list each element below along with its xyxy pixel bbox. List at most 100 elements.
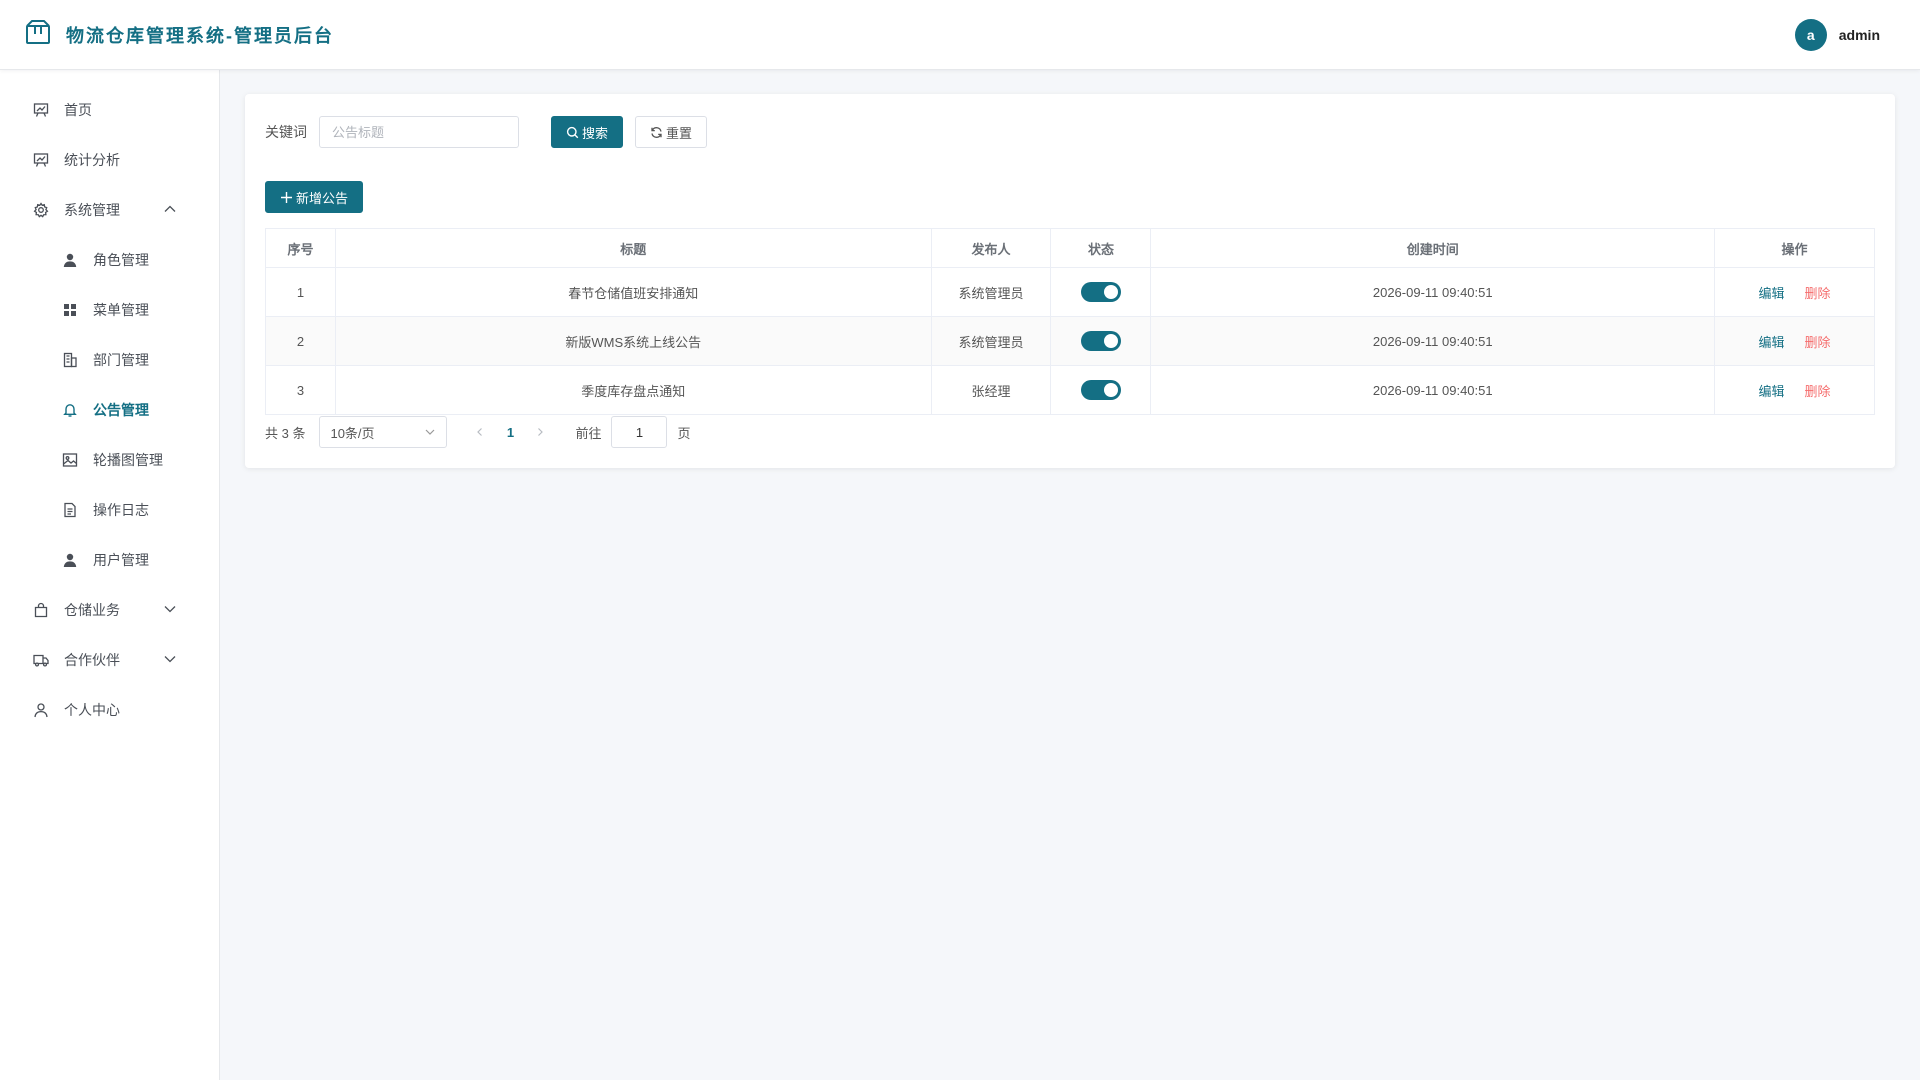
announcement-card: 关键词 搜索 重置 新增公告 序号 标题 发布人 状态 创建 — [245, 94, 1895, 468]
table-row: 3 季度库存盘点通知 张经理 2026-09-11 09:40:51 编辑 删除 — [265, 365, 1875, 415]
top-header: 物流仓库管理系统-管理员后台 a admin — [0, 0, 1920, 70]
cell-title: 春节仓储值班安排通知 — [335, 267, 932, 317]
truck-icon — [33, 652, 49, 668]
cell-no: 1 — [265, 267, 336, 317]
announcement-table: 序号 标题 发布人 状态 创建时间 操作 1 春节仓储值班安排通知 系统管理员 … — [265, 228, 1875, 415]
cell-publisher: 张经理 — [931, 365, 1052, 415]
sidebar-item-carousel[interactable]: 轮播图管理 — [0, 435, 219, 485]
document-icon — [62, 502, 78, 518]
sidebar-item-partners[interactable]: 合作伙伴 — [0, 635, 219, 685]
plus-icon — [281, 191, 292, 203]
table-row: 1 春节仓储值班安排通知 系统管理员 2026-09-11 09:40:51 编… — [265, 267, 1875, 317]
column-header-created: 创建时间 — [1150, 228, 1716, 268]
gear-icon — [33, 202, 49, 218]
user-icon — [62, 552, 78, 568]
sidebar-item-roles[interactable]: 角色管理 — [0, 235, 219, 285]
status-toggle[interactable] — [1080, 282, 1121, 302]
page-size-value: 10条/页 — [330, 425, 375, 441]
cell-no: 2 — [265, 316, 336, 366]
sidebar-item-label: 公告管理 — [93, 402, 149, 418]
sidebar-item-departments[interactable]: 部门管理 — [0, 335, 219, 385]
package-box-icon — [24, 18, 52, 51]
chevron-up-icon — [164, 205, 176, 212]
sidebar-item-label: 操作日志 — [93, 502, 149, 518]
cell-status — [1050, 365, 1152, 415]
sidebar-item-menus[interactable]: 菜单管理 — [0, 285, 219, 335]
chart-board-icon — [33, 102, 49, 118]
cell-status — [1050, 316, 1152, 366]
chart-board-icon — [33, 152, 49, 168]
goto-page: 前往 页 — [575, 416, 691, 448]
sidebar-item-label: 仓储业务 — [64, 602, 120, 618]
search-icon — [566, 126, 579, 138]
cell-title: 新版WMS系统上线公告 — [335, 316, 932, 366]
keyword-input[interactable] — [319, 116, 519, 148]
edit-button[interactable]: 编辑 — [1759, 332, 1785, 351]
cell-actions: 编辑 删除 — [1714, 316, 1875, 366]
column-header-no: 序号 — [265, 228, 336, 268]
chevron-right-icon — [538, 428, 544, 436]
status-toggle[interactable] — [1080, 331, 1121, 351]
sidebar: 首页 统计分析 系统管理 角色管理 菜单管理 部门管理 公告管理 轮播图管理 操… — [0, 70, 220, 1080]
user-outline-icon — [33, 702, 49, 718]
username[interactable]: admin — [1839, 27, 1880, 43]
sidebar-item-label: 统计分析 — [64, 152, 120, 168]
table-header-row: 序号 标题 发布人 状态 创建时间 操作 — [265, 228, 1875, 268]
refresh-icon — [651, 126, 662, 138]
cell-created: 2026-09-11 09:40:51 — [1150, 365, 1716, 415]
search-button[interactable]: 搜索 — [551, 116, 624, 148]
cell-created: 2026-09-11 09:40:51 — [1150, 267, 1716, 317]
search-button-label: 搜索 — [582, 125, 609, 141]
user-icon — [62, 252, 78, 268]
next-page-button[interactable] — [525, 416, 555, 448]
reset-button-label: 重置 — [666, 125, 693, 141]
delete-button[interactable]: 删除 — [1805, 283, 1831, 302]
prev-page-button[interactable] — [465, 416, 495, 448]
sidebar-item-label: 部门管理 — [93, 352, 149, 368]
cell-no: 3 — [265, 365, 336, 415]
grid-icon — [62, 302, 78, 318]
reset-button[interactable]: 重置 — [635, 116, 708, 148]
cell-actions: 编辑 删除 — [1714, 365, 1875, 415]
table-row: 2 新版WMS系统上线公告 系统管理员 2026-09-11 09:40:51 … — [265, 316, 1875, 366]
sidebar-item-label: 合作伙伴 — [64, 652, 120, 668]
cell-actions: 编辑 删除 — [1714, 267, 1875, 317]
add-announcement-button[interactable]: 新增公告 — [265, 181, 364, 213]
sidebar-item-label: 轮播图管理 — [93, 452, 163, 468]
avatar[interactable]: a — [1794, 18, 1827, 51]
edit-button[interactable]: 编辑 — [1759, 283, 1785, 302]
add-button-label: 新增公告 — [296, 190, 349, 206]
chevron-down-icon — [164, 656, 176, 663]
shopping-bag-icon — [33, 602, 49, 618]
sidebar-item-home[interactable]: 首页 — [0, 85, 219, 135]
sidebar-item-system[interactable]: 系统管理 — [0, 185, 219, 235]
sidebar-item-warehouse[interactable]: 仓储业务 — [0, 585, 219, 635]
sidebar-item-label: 用户管理 — [93, 552, 149, 568]
user-menu[interactable]: a admin — [1794, 18, 1896, 51]
delete-button[interactable]: 删除 — [1805, 381, 1831, 400]
app-title: 物流仓库管理系统-管理员后台 — [66, 25, 334, 46]
edit-button[interactable]: 编辑 — [1759, 381, 1785, 400]
bell-icon — [62, 402, 78, 418]
picture-icon — [62, 452, 78, 468]
status-toggle[interactable] — [1080, 380, 1121, 400]
delete-button[interactable]: 删除 — [1805, 332, 1831, 351]
column-header-actions: 操作 — [1714, 228, 1875, 268]
chevron-down-icon — [426, 429, 435, 435]
sidebar-item-label: 菜单管理 — [93, 302, 149, 318]
sidebar-item-announcements[interactable]: 公告管理 — [0, 385, 219, 435]
cell-created: 2026-09-11 09:40:51 — [1150, 316, 1716, 366]
total-count: 共 3 条 — [265, 425, 306, 441]
column-header-status: 状态 — [1050, 228, 1152, 268]
sidebar-item-statistics[interactable]: 统计分析 — [0, 135, 219, 185]
sidebar-item-profile[interactable]: 个人中心 — [0, 685, 219, 735]
chevron-down-icon — [164, 606, 176, 613]
goto-page-input[interactable] — [611, 416, 668, 448]
page-size-select[interactable]: 10条/页 — [319, 416, 448, 448]
keyword-label: 关键词 — [265, 124, 307, 140]
page-number[interactable]: 1 — [495, 416, 525, 448]
page-suffix: 页 — [677, 425, 691, 441]
sidebar-item-label: 个人中心 — [64, 702, 120, 718]
sidebar-item-users[interactable]: 用户管理 — [0, 535, 219, 585]
sidebar-item-logs[interactable]: 操作日志 — [0, 485, 219, 535]
